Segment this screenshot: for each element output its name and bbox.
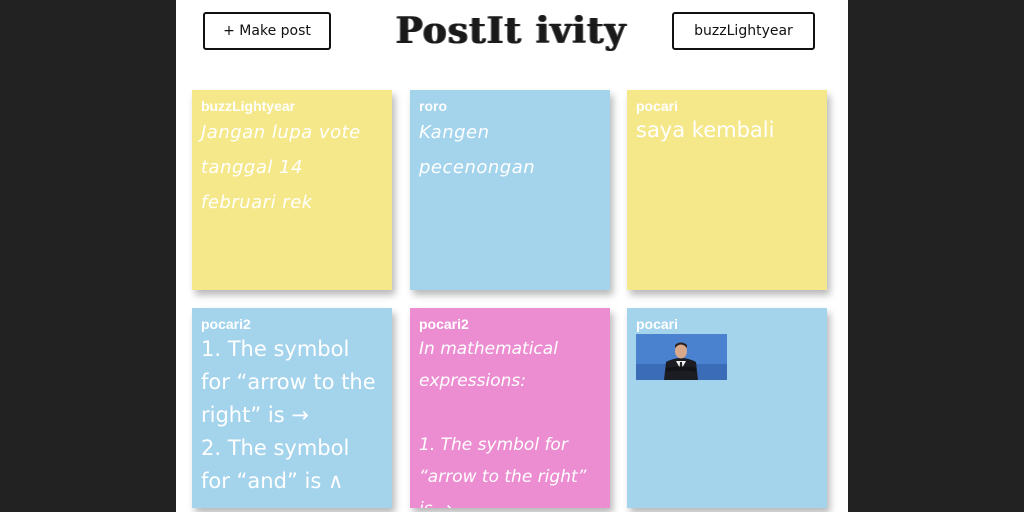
note-author: pocari bbox=[636, 316, 679, 332]
note-author: pocari2 bbox=[201, 316, 251, 332]
note-author: pocari2 bbox=[419, 316, 469, 332]
note-text: Jangan lupa vote tanggal 14 februari rek bbox=[201, 122, 361, 213]
post-it-note[interactable]: pocari2 In mathematical expressions: 1. … bbox=[410, 308, 610, 508]
note-author: roro bbox=[419, 98, 447, 114]
post-it-note[interactable]: buzzLightyear Jangan lupa vote tanggal 1… bbox=[192, 90, 392, 290]
note-text: In mathematical expressions: 1. The symb… bbox=[419, 339, 587, 508]
person-photo-graphic bbox=[636, 334, 727, 380]
post-it-note[interactable]: roro Kangen pecenongan bbox=[410, 90, 610, 290]
note-author: pocari bbox=[636, 98, 679, 114]
note-text: 1. The symbol for “arrow to the right” i… bbox=[201, 337, 376, 493]
note-text: saya kembali bbox=[636, 118, 775, 142]
make-post-button[interactable]: + Make post bbox=[203, 12, 331, 50]
note-author: buzzLightyear bbox=[201, 98, 296, 114]
post-it-note[interactable]: pocari saya kembali bbox=[627, 90, 827, 290]
page-container: + Make post PostIt ivity buzzLightyear b… bbox=[176, 0, 848, 512]
post-it-note[interactable]: pocari bbox=[627, 308, 827, 508]
person-photo bbox=[636, 334, 727, 380]
user-profile-button[interactable]: buzzLightyear bbox=[672, 12, 815, 50]
note-text: Kangen pecenongan bbox=[419, 122, 536, 178]
post-it-note[interactable]: pocari2 1. The symbol for “arrow to the … bbox=[192, 308, 392, 508]
app-logo: PostIt ivity bbox=[395, 10, 627, 52]
header: + Make post PostIt ivity buzzLightyear bbox=[176, 0, 848, 70]
